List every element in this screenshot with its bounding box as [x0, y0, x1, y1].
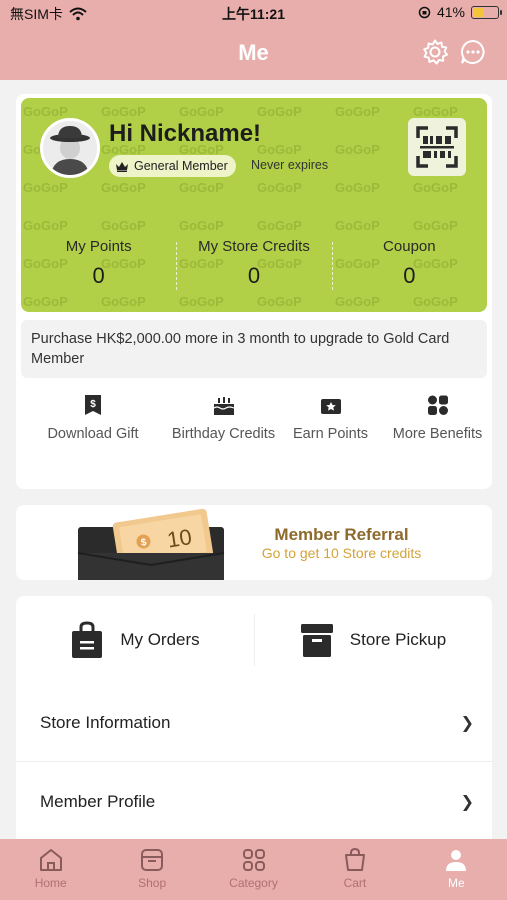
shop-icon: [141, 849, 164, 871]
ticket-value: 10: [165, 524, 193, 553]
benefit-download-gift[interactable]: $ Download Gift: [16, 394, 170, 444]
orientation-lock-icon: [418, 6, 431, 18]
tab-home[interactable]: Home: [0, 839, 101, 900]
benefit-label: More Benefits: [392, 426, 483, 442]
qr-code-button[interactable]: [408, 118, 466, 176]
orders-section: My Orders Store Pickup: [16, 596, 492, 684]
menu-item-label: Member Profile: [40, 792, 156, 811]
person-icon: [446, 850, 467, 871]
stat-value: 0: [247, 263, 261, 288]
member-section: GoGoP Hi Nickname! General Member Never …: [16, 94, 492, 489]
benefit-label: Birthday Credits: [171, 426, 276, 442]
member-referral-banner[interactable]: $ 10 Member Referral Go to get 10 Store …: [16, 505, 492, 580]
qr-scan-icon: [416, 126, 458, 168]
tab-cart[interactable]: Cart: [304, 839, 405, 900]
stat-label: My Points: [65, 238, 132, 255]
my-orders-label: My Orders: [120, 630, 200, 649]
member-card[interactable]: GoGoP Hi Nickname! General Member Never …: [21, 98, 487, 312]
gear-icon[interactable]: [421, 38, 449, 66]
my-orders-button[interactable]: My Orders: [16, 596, 254, 684]
battery-percent: 41%: [436, 4, 465, 20]
avatar[interactable]: [40, 118, 100, 178]
stat-label: My Store Credits: [198, 238, 310, 255]
benefit-earn-points[interactable]: Earn Points: [277, 394, 384, 444]
category-icon: [242, 849, 265, 871]
referral-subtitle: Go to get 10 Store credits: [261, 545, 422, 561]
tab-label: Home: [34, 876, 67, 890]
stat-value: 0: [92, 263, 105, 288]
tab-me[interactable]: Me: [406, 839, 507, 900]
bottom-tab-bar: Home Shop Category Cart Me: [0, 839, 507, 900]
stat-points[interactable]: My Points 0: [21, 238, 176, 298]
stat-value: 0: [403, 263, 416, 288]
referral-title: Member Referral: [274, 525, 409, 544]
expiry-label: Never expires: [251, 158, 329, 172]
benefit-more-benefits[interactable]: More Benefits: [384, 394, 491, 444]
tab-label: Me: [447, 876, 465, 890]
chat-icon[interactable]: [459, 38, 487, 66]
pickup-box-icon: [300, 624, 333, 657]
upgrade-message: Purchase HK$2,000.00 more in 3 month to …: [21, 320, 487, 378]
battery-icon: [471, 5, 502, 19]
greeting: Hi Nickname!: [109, 120, 262, 147]
tab-shop[interactable]: Shop: [101, 839, 202, 900]
menu-item-member-profile[interactable]: Member Profile ❯: [16, 762, 492, 841]
home-icon: [39, 849, 62, 871]
shopping-bag-icon: [72, 621, 103, 658]
stat-coupon[interactable]: Coupon 0: [331, 238, 487, 298]
chevron-right-icon: ❯: [460, 715, 474, 732]
benefit-label: Earn Points: [293, 426, 368, 442]
tier-badge: General Member: [109, 155, 236, 177]
tier-label: General Member: [134, 159, 228, 173]
crown-icon: [116, 161, 128, 172]
settings-menu: Store Information ❯ Member Profile ❯: [16, 683, 492, 841]
cart-icon: [344, 847, 365, 871]
stat-label: Coupon: [383, 238, 436, 255]
earn-points-icon: [320, 399, 341, 414]
birthday-cake-icon: [213, 397, 234, 415]
tab-category[interactable]: Category: [203, 839, 304, 900]
benefits-grid-icon: [427, 395, 448, 415]
menu-item-label: Store Information: [40, 713, 171, 732]
svg-text:$: $: [90, 399, 96, 410]
store-pickup-label: Store Pickup: [349, 630, 447, 649]
top-bar: 無SIM卡 上午11:21 41% Me: [0, 0, 507, 80]
stat-store-credits[interactable]: My Store Credits 0: [176, 238, 331, 298]
gift-coupon-icon: $: [85, 395, 101, 415]
status-bar: 無SIM卡 上午11:21 41%: [0, 4, 507, 24]
menu-item-store-information[interactable]: Store Information ❯: [16, 683, 492, 762]
member-stats: My Points 0 My Store Credits 0 Coupon 0: [21, 238, 487, 298]
chevron-right-icon: ❯: [460, 794, 474, 811]
benefits-row: $ Download Gift Birthday Credits Earn Po…: [16, 394, 492, 444]
store-pickup-button[interactable]: Store Pickup: [254, 596, 492, 684]
default-avatar-icon: [43, 121, 97, 175]
tab-label: Category: [229, 876, 278, 890]
benefit-label: Download Gift: [47, 426, 139, 442]
referral-ticket-illustration: $ 10: [77, 508, 225, 580]
benefit-birthday-credits[interactable]: Birthday Credits: [170, 394, 277, 444]
tab-label: Shop: [138, 876, 167, 890]
tab-label: Cart: [343, 876, 367, 890]
